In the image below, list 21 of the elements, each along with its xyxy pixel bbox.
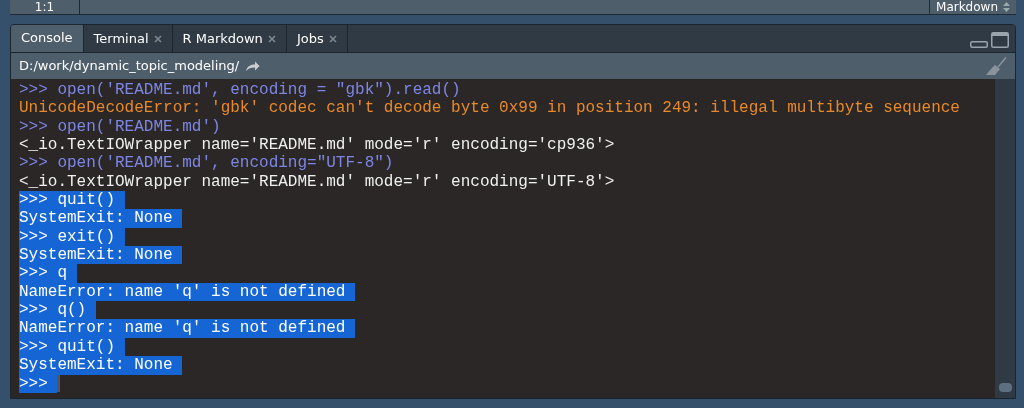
command-line: >>> open('README.md')	[19, 117, 222, 137]
command-line: >>> open('README.md', encoding = "gbk").read()	[19, 81, 462, 100]
file-type-dropdown[interactable]: Markdown	[929, 0, 1016, 14]
error-message: UnicodeDecodeError: 'gbk' codec can't decode byte 0x99 in position 249: illegal multibyte sequence	[19, 99, 961, 118]
close-icon[interactable]	[267, 34, 276, 43]
output-line: <_io.TextIOWrapper name='README.md' mode='r' encoding='cp936'>	[19, 136, 616, 155]
text-cursor	[57, 374, 61, 392]
output-line: <_io.TextIOWrapper name='README.md' mode='r' encoding='UTF-8'>	[19, 172, 616, 192]
updown-icon	[1003, 2, 1010, 12]
close-icon[interactable]	[153, 34, 162, 43]
working-directory: D:/work/dynamic_topic_modeling/	[19, 57, 240, 76]
command-line: >>> open('README.md', encoding="UTF-8")	[19, 154, 395, 173]
arrow-icon[interactable]	[245, 60, 261, 72]
scrollbar[interactable]	[995, 79, 1015, 398]
minimize-icon[interactable]	[970, 39, 988, 48]
close-icon[interactable]	[328, 34, 337, 43]
scrollbar-thumb[interactable]	[998, 383, 1012, 392]
tab[interactable]: Console	[11, 25, 84, 52]
cursor-position: 1:1	[10, 0, 80, 14]
broom-icon[interactable]	[985, 56, 1007, 76]
maximize-icon[interactable]	[991, 32, 1009, 48]
